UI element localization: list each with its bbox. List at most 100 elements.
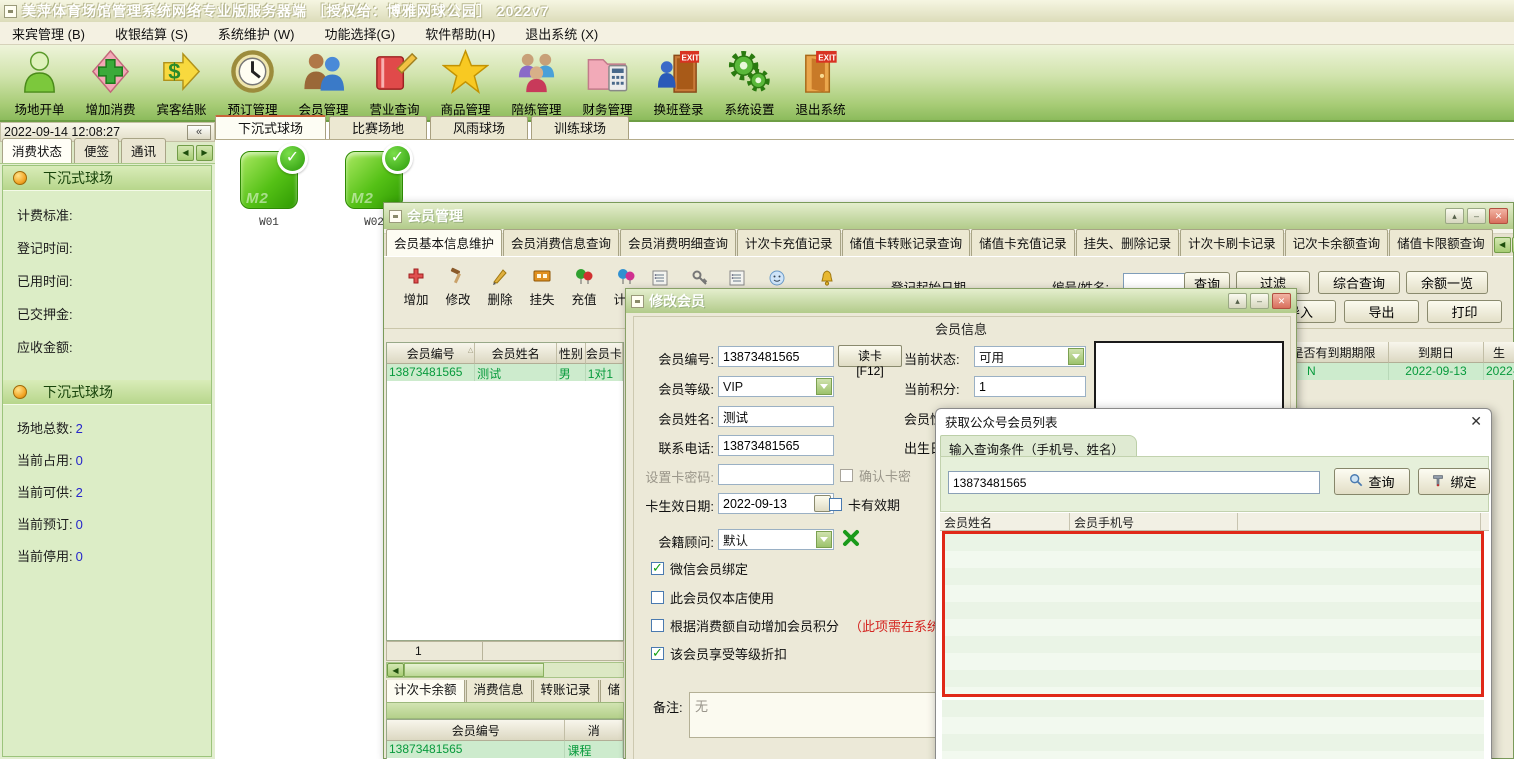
close-icon[interactable]: ✕ [1272, 293, 1291, 309]
bell-icon[interactable] [818, 269, 836, 287]
menu-guest[interactable]: 来宾管理 (B) [12, 24, 85, 43]
menu-maintenance[interactable]: 系统维护 (W) [218, 24, 295, 43]
wechat-search-input[interactable] [948, 471, 1320, 494]
subtab-count-card-balance[interactable]: 计次卡余额 [386, 680, 465, 702]
section-header-court-stats[interactable]: 下沉式球场 [3, 380, 211, 405]
key-icon[interactable] [691, 269, 709, 287]
sidebar-tabs-left-icon[interactable]: ◀ [177, 145, 194, 161]
venue-tab-sunken-court[interactable]: 下沉式球场 [215, 115, 326, 139]
card-validity-checkbox[interactable]: 卡有效期 [829, 495, 900, 514]
chevron-down-icon[interactable] [816, 378, 832, 395]
chevron-down-icon[interactable] [816, 531, 832, 548]
tab-member-consume-detail[interactable]: 会员消费明细查询 [620, 229, 736, 256]
venue-tab-training[interactable]: 训练球场 [531, 116, 629, 139]
menu-functions[interactable]: 功能选择(G) [324, 24, 395, 43]
menu-help[interactable]: 软件帮助(H) [425, 24, 495, 43]
restore-icon[interactable]: – [1467, 208, 1486, 224]
face-icon[interactable] [768, 269, 786, 287]
tab-member-consume-query[interactable]: 会员消费信息查询 [503, 229, 619, 256]
checkbox-icon[interactable] [651, 619, 664, 632]
edit-dialog-titlebar[interactable]: 修改会员 ▴ – ✕ [626, 289, 1296, 313]
auto-points-checkbox[interactable]: 根据消费额自动增加会员积分 （此项需在系统设置 [651, 616, 966, 635]
member-no-input[interactable] [718, 346, 834, 367]
close-icon[interactable]: ✕ [1470, 414, 1482, 428]
tab-count-card-swipe[interactable]: 计次卡刷卡记录 [1180, 229, 1284, 256]
close-icon[interactable]: ✕ [1489, 208, 1508, 224]
tab-member-basic-info[interactable]: 会员基本信息维护 [386, 229, 502, 256]
col-member-no[interactable]: 会员编号 [387, 343, 475, 364]
level-dropdown[interactable]: VIP [718, 376, 834, 397]
store-only-checkbox[interactable]: 此会员仅本店使用 [651, 588, 774, 607]
checkbox-icon[interactable] [840, 469, 853, 482]
level-discount-checkbox[interactable]: 该会员享受等级折扣 [651, 644, 787, 663]
toolbar-product-mgmt-button[interactable]: 商品管理 [430, 45, 501, 120]
member-list-table[interactable]: 会员编号 会员姓名 性别 会员卡 13873481565 测试 男 1对1 [386, 342, 624, 641]
checkbox-checked-icon[interactable] [651, 562, 664, 575]
scrollbar-thumb[interactable] [404, 663, 544, 677]
col-member-no[interactable]: 会员编号 [387, 720, 565, 741]
toolbar-business-query-button[interactable]: 营业查询 [359, 45, 430, 120]
status-dropdown[interactable]: 可用 [974, 346, 1086, 367]
menu-cashier[interactable]: 收银结算 (S) [115, 24, 188, 43]
tab-stored-card-limit[interactable]: 储值卡限额查询 [1389, 229, 1493, 256]
wechat-query-button[interactable]: 查询 [1334, 468, 1410, 495]
subtab-consume-info[interactable]: 消费信息 [466, 680, 532, 702]
menu-exit[interactable]: 退出系统 (X) [525, 24, 598, 43]
print-button[interactable]: 打印 [1427, 300, 1502, 323]
tab-count-card-balance[interactable]: 记次卡余额查询 [1285, 229, 1389, 256]
points-input[interactable] [974, 376, 1086, 397]
delete-member-button[interactable]: 删除 [478, 266, 522, 308]
col-member-name[interactable]: 会员姓名 [475, 343, 557, 364]
wechat-bind-button[interactable]: 绑定 [1418, 468, 1490, 495]
toolbar-venue-open-order-button[interactable]: 场地开单 [4, 45, 75, 120]
checkbox-checked-icon[interactable] [651, 647, 664, 660]
member-window-titlebar[interactable]: 会员管理 ▴ – ✕ [384, 203, 1513, 229]
sidebar-tab-consume-status[interactable]: 消费状态 [2, 138, 72, 163]
col-member-card[interactable]: 会员卡 [586, 343, 623, 364]
toolbar-member-mgmt-button[interactable]: 会员管理 [288, 45, 359, 120]
advisor-dropdown[interactable]: 默认 [718, 529, 834, 550]
section-header-court-status[interactable]: 下沉式球场 [3, 166, 211, 191]
col-gender[interactable]: 性别 [557, 343, 586, 364]
tab-loss-delete-records[interactable]: 挂失、删除记录 [1076, 229, 1180, 256]
toolbar-system-settings-button[interactable]: 系统设置 [714, 45, 785, 120]
checkbox-icon[interactable] [651, 591, 664, 604]
confirm-password-checkbox[interactable]: 确认卡密 [840, 466, 911, 485]
toolbar-booking-button[interactable]: 预订管理 [217, 45, 288, 120]
card-password-input[interactable] [718, 464, 834, 485]
sidebar-tab-messages[interactable]: 通讯 [121, 138, 166, 163]
scroll-left-icon[interactable]: ◀ [387, 663, 404, 677]
toolbar-trainer-mgmt-button[interactable]: 陪练管理 [501, 45, 572, 120]
count-card-balance-table[interactable]: 会员编号 消 13873481565 课程 [386, 719, 624, 759]
horizontal-scrollbar[interactable]: ◀ [386, 662, 624, 678]
subtab-transfer-records[interactable]: 转账记录 [533, 680, 599, 702]
list-icon[interactable] [651, 269, 669, 287]
read-card-button[interactable]: 读卡[F12] [838, 345, 902, 367]
col-effective[interactable]: 生 [1484, 342, 1514, 363]
balance-row[interactable]: 13873481565 课程 [387, 741, 623, 758]
col-member-phone[interactable]: 会员手机号 [1070, 513, 1238, 530]
minimize-icon[interactable]: ▴ [1228, 293, 1247, 309]
tab-stored-card-recharge[interactable]: 储值卡充值记录 [971, 229, 1075, 256]
modify-member-button[interactable]: 修改 [436, 266, 480, 308]
col-consume[interactable]: 消 [565, 720, 623, 741]
member-row-selected[interactable]: N 2022-09-13 2022- [1279, 363, 1514, 380]
recharge-button[interactable]: 充值 [562, 266, 606, 308]
toolbar-finance-mgmt-button[interactable]: 财务管理 [572, 45, 643, 120]
list-icon[interactable] [728, 269, 746, 287]
col-member-name[interactable]: 会员姓名 [940, 513, 1070, 530]
report-loss-button[interactable]: 挂失 [520, 266, 564, 308]
toolbar-shift-login-button[interactable]: EXIT 换班登录 [643, 45, 714, 120]
tab-count-card-recharge[interactable]: 计次卡充值记录 [737, 229, 841, 256]
tab-stored-card-transfer[interactable]: 储值卡转账记录查询 [842, 229, 971, 256]
sidebar-tab-notes[interactable]: 便签 [74, 138, 119, 163]
wechat-dialog-titlebar[interactable]: 获取公众号会员列表 ✕ [936, 409, 1491, 433]
toolbar-guest-checkout-button[interactable]: $ 宾客结账 [146, 45, 217, 120]
tab-scroll-left-icon[interactable]: ◀ [1494, 237, 1511, 253]
toolbar-exit-system-button[interactable]: EXIT 退出系统 [785, 45, 856, 120]
phone-input[interactable] [718, 435, 834, 456]
restore-icon[interactable]: – [1250, 293, 1269, 309]
wechat-bind-checkbox[interactable]: 微信会员绑定 [651, 559, 748, 578]
clear-advisor-icon[interactable] [842, 529, 860, 547]
combo-query-button[interactable]: 综合查询 [1318, 271, 1400, 294]
